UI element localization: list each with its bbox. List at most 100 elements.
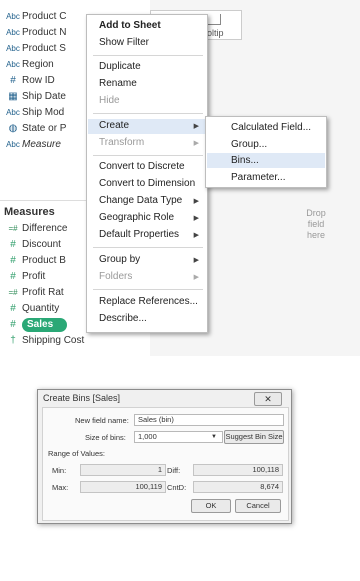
measure-row[interactable]: # Product B <box>0 253 66 268</box>
max-label: Max: <box>52 483 69 492</box>
measure-row[interactable]: # Discount <box>0 237 61 252</box>
number-type-icon: # <box>10 255 16 266</box>
submenu-item-parameter[interactable]: Parameter... <box>231 172 285 183</box>
cancel-button[interactable]: Cancel <box>235 499 281 513</box>
field-label: Profit Rat <box>22 287 64 298</box>
globe-type-icon: ◍ <box>8 123 18 134</box>
measure-row-selected[interactable]: # Sales <box>0 317 68 332</box>
dimension-row[interactable]: Abc Measure <box>0 137 61 152</box>
submenu-arrow-icon: ▶ <box>193 215 199 222</box>
string-type-icon: Abc <box>6 60 20 69</box>
calculated-number-icon: =# <box>8 288 18 297</box>
menu-item-group-by[interactable]: Group by <box>99 254 140 265</box>
range-of-values-label: Range of Values: <box>48 449 105 458</box>
submenu-item-bins[interactable]: Bins... <box>231 155 259 166</box>
menu-item-create[interactable]: Create <box>99 120 129 131</box>
field-label: Row ID <box>22 75 55 86</box>
submenu-arrow-icon: ▶ <box>193 257 199 264</box>
measure-row[interactable]: # Profit <box>0 269 45 284</box>
dimension-row[interactable]: ◍ State or P <box>0 121 67 136</box>
new-field-name-label: New field name: <box>75 416 129 425</box>
field-label: State or P <box>22 123 67 134</box>
field-context-menu: Add to Sheet Show Filter Duplicate Renam… <box>86 14 208 333</box>
suggest-bin-size-button[interactable]: Suggest Bin Size <box>224 430 284 444</box>
number-type-icon: # <box>10 75 16 86</box>
field-label: Product B <box>22 255 66 266</box>
create-bins-dialog: Create Bins [Sales] ✕ New field name: Sa… <box>37 389 292 524</box>
menu-item-default-properties[interactable]: Default Properties <box>99 229 179 240</box>
number-type-icon: # <box>10 319 16 330</box>
submenu-item-group[interactable]: Group... <box>231 139 267 150</box>
field-label: Difference <box>22 223 68 234</box>
field-label: Region <box>22 59 54 70</box>
dimension-row[interactable]: Abc Product N <box>0 25 66 40</box>
field-label: Shipping Cost <box>22 335 85 346</box>
drop-hint-line: field <box>307 219 325 229</box>
field-label: Quantity <box>22 303 60 314</box>
submenu-arrow-icon: ▶ <box>193 274 199 281</box>
menu-item-add-to-sheet[interactable]: Add to Sheet <box>99 20 161 31</box>
close-icon[interactable]: ✕ <box>254 392 282 406</box>
ok-button[interactable]: OK <box>191 499 231 513</box>
number-type-icon: # <box>10 303 16 314</box>
field-label: Product C <box>22 11 67 22</box>
menu-item-change-data-type[interactable]: Change Data Type <box>99 195 182 206</box>
number-type-icon: # <box>10 239 16 250</box>
menu-item-hide[interactable]: Hide <box>99 95 120 106</box>
submenu-item-calculated-field[interactable]: Calculated Field... <box>231 122 311 133</box>
dialog-body: New field name: Sales (bin) Size of bins… <box>42 407 289 521</box>
submenu-arrow-icon: ▶ <box>193 140 199 147</box>
menu-item-replace-references[interactable]: Replace References... <box>99 296 198 307</box>
dimension-row[interactable]: Abc Region <box>0 57 54 72</box>
tooltip-icon <box>207 14 221 25</box>
measure-row[interactable]: † Shipping Cost <box>0 333 84 348</box>
size-of-bins-label: Size of bins: <box>85 433 126 442</box>
new-field-name-input[interactable]: Sales (bin) <box>134 414 284 426</box>
dimension-row[interactable]: ▦ Ship Date <box>0 89 66 104</box>
menu-item-convert-to-discrete[interactable]: Convert to Discrete <box>99 161 185 172</box>
menu-separator <box>93 155 203 156</box>
measure-row[interactable]: =# Profit Rat <box>0 285 64 300</box>
dimension-row[interactable]: Abc Ship Mod <box>0 105 64 120</box>
menu-item-describe[interactable]: Describe... <box>99 313 147 324</box>
menu-item-duplicate[interactable]: Duplicate <box>99 61 141 72</box>
string-type-icon: Abc <box>6 140 20 149</box>
max-value: 100,119 <box>80 481 166 493</box>
measure-row[interactable]: # Quantity <box>0 301 59 316</box>
dimension-row[interactable]: Abc Product C <box>0 9 66 24</box>
field-label: Product N <box>22 27 67 38</box>
dagger-type-icon: † <box>10 335 16 346</box>
dimension-row[interactable]: Abc Product S <box>0 41 66 56</box>
field-label: Profit <box>22 271 46 282</box>
create-submenu: Calculated Field... Group... Bins... Par… <box>205 116 327 188</box>
menu-item-folders[interactable]: Folders <box>99 271 132 282</box>
string-type-icon: Abc <box>6 44 20 53</box>
drop-hint-line: Drop <box>306 208 326 218</box>
sales-pill[interactable]: Sales <box>22 317 68 332</box>
submenu-highlight <box>207 153 325 168</box>
dimension-row[interactable]: # Row ID <box>0 73 55 88</box>
menu-item-show-filter[interactable]: Show Filter <box>99 37 149 48</box>
number-type-icon: # <box>10 271 16 282</box>
measure-row[interactable]: =# Difference <box>0 221 67 236</box>
min-label: Min: <box>52 466 67 475</box>
cntd-label: CntD: <box>167 483 187 492</box>
field-label: Discount <box>22 239 61 250</box>
min-value: 1 <box>80 464 166 476</box>
calculated-number-icon: =# <box>8 224 18 233</box>
drop-field-hint: Drop field here <box>296 208 336 241</box>
calendar-type-icon: ▦ <box>8 91 18 102</box>
dropdown-arrow-icon: ▼ <box>211 434 217 440</box>
string-type-icon: Abc <box>6 12 20 21</box>
field-label: Product S <box>22 43 66 54</box>
submenu-arrow-icon: ▶ <box>193 198 199 205</box>
tooltip-label: oltip <box>207 28 224 38</box>
size-of-bins-select[interactable]: 1,000 <box>134 431 223 443</box>
menu-item-convert-to-dimension[interactable]: Convert to Dimension <box>99 178 195 189</box>
menu-separator <box>93 289 203 290</box>
menu-item-transform[interactable]: Transform <box>99 137 144 148</box>
menu-item-geographic-role[interactable]: Geographic Role <box>99 212 174 223</box>
submenu-arrow-icon: ▶ <box>193 123 199 130</box>
menu-item-rename[interactable]: Rename <box>99 78 137 89</box>
diff-label: Diff: <box>167 466 181 475</box>
